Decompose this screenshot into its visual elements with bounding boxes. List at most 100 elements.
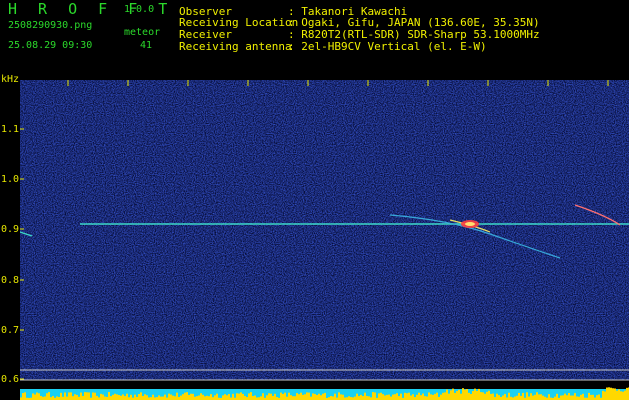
level-bar bbox=[202, 394, 204, 400]
level-bar bbox=[488, 390, 490, 400]
level-bar bbox=[620, 391, 622, 400]
location-value: : Ogaki, Gifu, JAPAN (136.60E, 35.35N) bbox=[288, 16, 540, 29]
level-bar bbox=[410, 395, 412, 400]
level-bar bbox=[52, 395, 54, 400]
level-bar bbox=[310, 396, 312, 400]
level-bar bbox=[470, 393, 472, 400]
level-bar bbox=[596, 395, 598, 400]
level-bar bbox=[484, 393, 486, 400]
level-bar bbox=[176, 392, 178, 400]
level-bar bbox=[108, 392, 110, 400]
level-bar bbox=[188, 394, 190, 400]
level-bar bbox=[448, 393, 450, 400]
level-bar bbox=[380, 392, 382, 400]
level-bar bbox=[548, 394, 550, 400]
receiver-value: : R820T2(RTL-SDR) SDR-Sharp 53.1000MHz bbox=[288, 28, 540, 41]
level-bar bbox=[534, 394, 536, 400]
level-bar bbox=[612, 388, 614, 400]
level-bar bbox=[390, 396, 392, 400]
level-bar bbox=[392, 394, 394, 400]
level-bar bbox=[400, 393, 402, 400]
level-bar bbox=[434, 393, 436, 400]
level-bar bbox=[48, 392, 50, 400]
level-bar bbox=[168, 393, 170, 400]
level-bar bbox=[568, 393, 570, 400]
level-bar bbox=[66, 396, 68, 400]
level-bar bbox=[454, 392, 456, 400]
level-bar bbox=[298, 394, 300, 400]
level-bar bbox=[408, 392, 410, 400]
level-bar bbox=[272, 395, 274, 400]
level-bar bbox=[72, 396, 74, 400]
level-bar bbox=[76, 394, 78, 400]
level-bar bbox=[564, 393, 566, 400]
level-bar bbox=[616, 390, 618, 400]
level-bar bbox=[478, 388, 480, 400]
level-bar bbox=[236, 393, 238, 400]
level-bar bbox=[360, 394, 362, 400]
level-bar bbox=[394, 394, 396, 400]
level-bar bbox=[562, 395, 564, 400]
level-bar bbox=[314, 393, 316, 400]
level-bar bbox=[574, 393, 576, 400]
level-bar bbox=[164, 394, 166, 400]
level-bar bbox=[228, 393, 230, 400]
level-bar bbox=[480, 392, 482, 400]
level-bar bbox=[530, 393, 532, 400]
level-bar bbox=[372, 392, 374, 400]
level-bar bbox=[330, 396, 332, 400]
level-bar bbox=[374, 392, 376, 400]
level-bar bbox=[142, 395, 144, 400]
level-bar bbox=[334, 393, 336, 400]
level-bar bbox=[232, 393, 234, 400]
level-bar bbox=[560, 395, 562, 400]
level-bar bbox=[224, 394, 226, 400]
level-bar bbox=[104, 396, 106, 400]
level-bar bbox=[252, 396, 254, 400]
level-bar bbox=[318, 393, 320, 400]
level-bar bbox=[130, 394, 132, 400]
level-bar bbox=[302, 394, 304, 400]
level-bar bbox=[324, 392, 326, 400]
app-version: 1.0.0 bbox=[124, 4, 155, 15]
level-bar bbox=[422, 393, 424, 400]
level-bar bbox=[262, 393, 264, 400]
level-bar bbox=[514, 396, 516, 400]
level-bar bbox=[240, 392, 242, 400]
level-bar bbox=[412, 394, 414, 400]
level-bar bbox=[522, 392, 524, 400]
level-bar bbox=[378, 393, 380, 400]
y-tick-label: 1.0 bbox=[1, 174, 20, 185]
level-bar bbox=[180, 395, 182, 400]
level-bar bbox=[242, 393, 244, 400]
level-bar bbox=[226, 395, 228, 400]
level-bar bbox=[100, 393, 102, 400]
level-bar bbox=[24, 392, 26, 400]
level-bar bbox=[608, 387, 610, 400]
level-bar bbox=[606, 387, 608, 400]
level-bar bbox=[46, 393, 48, 400]
level-bar bbox=[140, 392, 142, 400]
level-bar bbox=[418, 392, 420, 400]
level-bar bbox=[204, 396, 206, 400]
level-bar bbox=[282, 394, 284, 400]
level-bar bbox=[40, 396, 42, 400]
level-bar bbox=[182, 394, 184, 400]
level-bar bbox=[284, 392, 286, 400]
level-bar bbox=[498, 395, 500, 400]
level-bar bbox=[332, 396, 334, 400]
level-bar bbox=[80, 392, 82, 400]
level-bar bbox=[518, 392, 520, 400]
level-bar bbox=[440, 394, 442, 400]
level-bar bbox=[162, 396, 164, 400]
level-bar bbox=[288, 392, 290, 400]
level-bar bbox=[382, 394, 384, 400]
level-bar bbox=[502, 395, 504, 400]
level-bar bbox=[86, 392, 88, 400]
level-bar bbox=[604, 391, 606, 400]
level-bar bbox=[292, 396, 294, 400]
level-bar bbox=[624, 390, 626, 400]
level-bar bbox=[70, 392, 72, 400]
level-bar bbox=[554, 396, 556, 400]
level-bar bbox=[462, 388, 464, 400]
